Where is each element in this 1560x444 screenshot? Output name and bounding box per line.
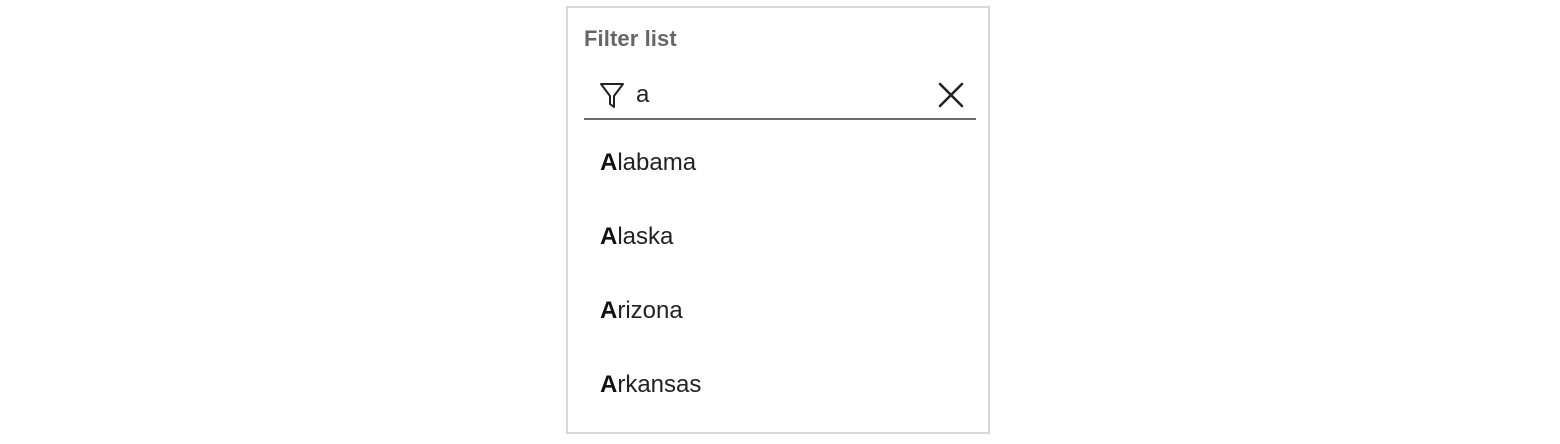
list-item[interactable]: Arizona xyxy=(584,274,976,348)
filter-field[interactable] xyxy=(584,72,976,120)
filtered-list: Alabama Alaska Arizona Arkansas xyxy=(584,126,976,422)
list-item[interactable]: Arkansas xyxy=(584,348,976,422)
list-item-match: A xyxy=(600,223,618,250)
list-item-match: A xyxy=(600,149,618,176)
list-item[interactable]: Alabama xyxy=(584,126,976,200)
filter-icon xyxy=(599,82,625,110)
clear-filter-button[interactable] xyxy=(936,80,966,110)
list-item-rest: rkansas xyxy=(617,371,702,398)
filter-list-label: Filter list xyxy=(584,26,677,51)
close-icon xyxy=(938,82,964,108)
list-item-rest: labama xyxy=(617,149,697,176)
list-item-match: A xyxy=(600,371,618,398)
list-item-match: A xyxy=(600,297,618,324)
filter-input[interactable] xyxy=(636,78,916,112)
list-item-rest: rizona xyxy=(617,297,683,324)
list-item-rest: laska xyxy=(617,223,674,250)
filter-list-panel: Filter list Alabama Alaska Arizona Arkan… xyxy=(566,6,990,434)
list-item[interactable]: Alaska xyxy=(584,200,976,274)
